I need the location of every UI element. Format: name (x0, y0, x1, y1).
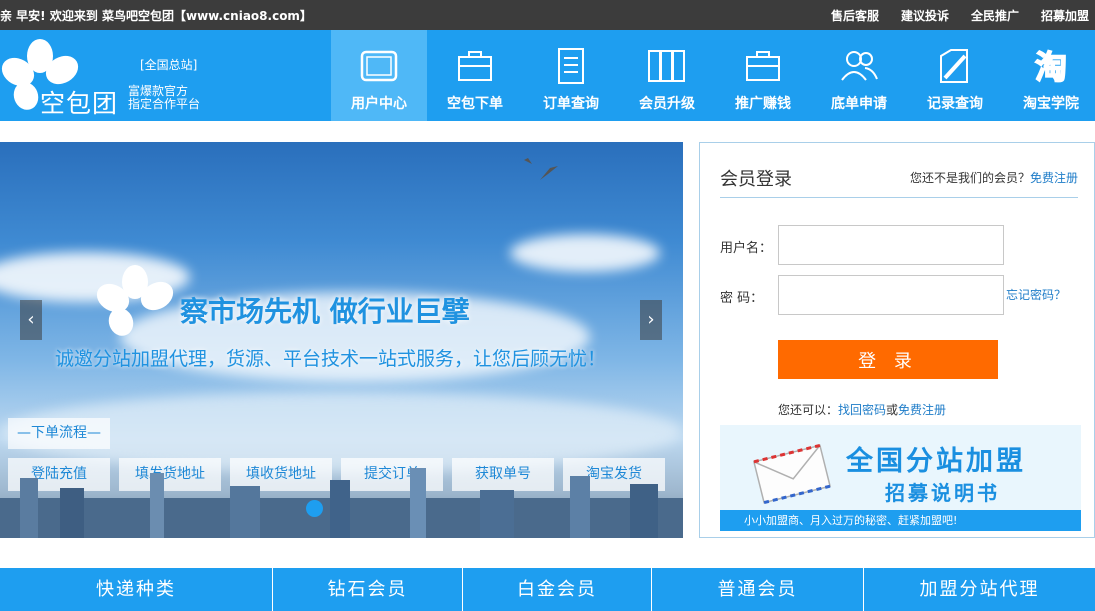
also-prefix: 您还可以： (778, 403, 839, 417)
login-title: 会员登录 (720, 169, 792, 190)
taobao-icon: 淘 (1034, 47, 1068, 86)
nav-item-user-center[interactable]: 用户中心 (331, 30, 427, 121)
register-link[interactable]: 免费注册 (1030, 171, 1078, 185)
cloud (510, 234, 660, 272)
city-skyline (0, 468, 683, 538)
nav-item-order-query[interactable]: 订单查询 (523, 30, 619, 121)
station-label: [全国总站] (140, 58, 198, 72)
carousel-prev-button[interactable]: ‹ (20, 300, 42, 340)
franchise-promo-banner[interactable]: 全国分站加盟 招募说明书 小小加盟商、月入过万的秘密、赶紧加盟吧! (720, 425, 1081, 531)
tab-normal-member[interactable]: 普通会员 (652, 568, 864, 611)
carousel-indicator-dot[interactable] (306, 500, 323, 517)
bird-icon (524, 158, 558, 180)
banner-carousel: 察市场先机 做行业巨擘 诚邀分站加盟代理，货源、平台技术一站式服务，让您后顾无忧… (0, 142, 683, 538)
logo[interactable]: 空包团 [全国总站] 富爆款官方 指定合作平台 (0, 30, 210, 121)
svg-text:淘: 淘 (1035, 48, 1067, 86)
envelope-icon (753, 443, 831, 505)
password-label: 密 码： (720, 291, 764, 306)
tablet-icon (360, 50, 398, 82)
welcome-text: 亲 早安! 欢迎来到 菜鸟吧空包团【www.cniao8.com】 (0, 9, 312, 23)
nav-label: 推广赚钱 (735, 96, 791, 112)
nav-item-order[interactable]: 空包下单 (427, 30, 523, 121)
username-label: 用户名： (720, 241, 773, 256)
tab-diamond-member[interactable]: 钻石会员 (273, 568, 463, 611)
nav-label: 用户中心 (351, 96, 407, 112)
order-flow-title: —下单流程— (8, 418, 110, 449)
promo-subtitle: 招募说明书 (885, 481, 1000, 505)
nav-item-records[interactable]: 记录查询 (907, 30, 1003, 121)
username-input[interactable] (778, 225, 1004, 265)
briefcase-icon (458, 51, 492, 81)
banner-headline: 察市场先机 做行业巨擘 (180, 295, 470, 328)
top-bar: 亲 早安! 欢迎来到 菜鸟吧空包团【www.cniao8.com】 售后客服 建… (0, 0, 1095, 30)
nav-label: 底单申请 (831, 96, 887, 112)
not-member-text: 您还不是我们的会员？ (909, 171, 1030, 185)
banner-subline: 诚邀分站加盟代理，货源、平台技术一站式服务，让您后顾无忧！ (55, 348, 607, 370)
nav-item-upgrade[interactable]: 会员升级 (619, 30, 715, 121)
register-prompt: 您还不是我们的会员？免费注册 (910, 169, 1078, 186)
slogan: 富爆款官方 指定合作平台 (128, 85, 200, 111)
nav-label: 会员升级 (639, 96, 695, 112)
login-button[interactable]: 登 录 (778, 340, 998, 379)
slogan-line-2: 指定合作平台 (128, 97, 201, 111)
promo-title: 全国分站加盟 (846, 446, 1026, 477)
register-link-2[interactable]: 免费注册 (898, 403, 946, 417)
promo-strip: 小小加盟商、月入过万的秘密、赶紧加盟吧! (720, 510, 1081, 531)
nav-label: 淘宝学院 (1023, 96, 1079, 112)
nav-label: 记录查询 (927, 96, 983, 112)
top-link-service[interactable]: 售后客服 (831, 7, 879, 24)
nav-item-promote[interactable]: 推广赚钱 (715, 30, 811, 121)
top-link-complaint[interactable]: 建议投诉 (901, 7, 949, 24)
books-icon (648, 50, 685, 82)
document-list-icon (558, 48, 584, 84)
top-link-recruit[interactable]: 招募加盟 (1041, 7, 1089, 24)
recover-password-link[interactable]: 找回密码 (838, 403, 886, 417)
login-panel: 会员登录 您还不是我们的会员？免费注册 用户名： 密 码： 忘记密码？ 登 录 … (699, 142, 1095, 538)
divider (720, 197, 1078, 198)
nav-label: 订单查询 (543, 96, 599, 112)
top-links: 售后客服 建议投诉 全民推广 招募加盟 (831, 7, 1089, 24)
main-nav: 空包团 [全国总站] 富爆款官方 指定合作平台 用户中心 空包下单 订单查询 会… (0, 30, 1095, 121)
carousel-next-button[interactable]: › (640, 300, 662, 340)
users-icon (841, 51, 878, 81)
top-link-promotion[interactable]: 全民推广 (971, 7, 1019, 24)
edit-document-icon (940, 49, 968, 83)
tab-express-types[interactable]: 快递种类 (0, 568, 273, 611)
category-tabs: 快递种类 钻石会员 白金会员 普通会员 加盟分站代理 (0, 568, 1095, 611)
banner-flower-icon (96, 265, 174, 336)
brand-name: 空包团 (40, 89, 119, 118)
nav-item-receipt[interactable]: 底单申请 (811, 30, 907, 121)
password-input[interactable] (778, 275, 1004, 315)
forgot-password-link[interactable]: 忘记密码？ (1006, 286, 1066, 303)
tab-platinum-member[interactable]: 白金会员 (463, 568, 652, 611)
also-options: 您还可以：找回密码或免费注册 (778, 401, 946, 418)
tab-franchise-agent[interactable]: 加盟分站代理 (864, 568, 1095, 611)
nav-item-academy[interactable]: 淘 淘宝学院 (1003, 30, 1095, 121)
briefcase-icon (746, 51, 780, 81)
or-text: 或 (886, 403, 899, 417)
nav-label: 空包下单 (447, 96, 503, 112)
